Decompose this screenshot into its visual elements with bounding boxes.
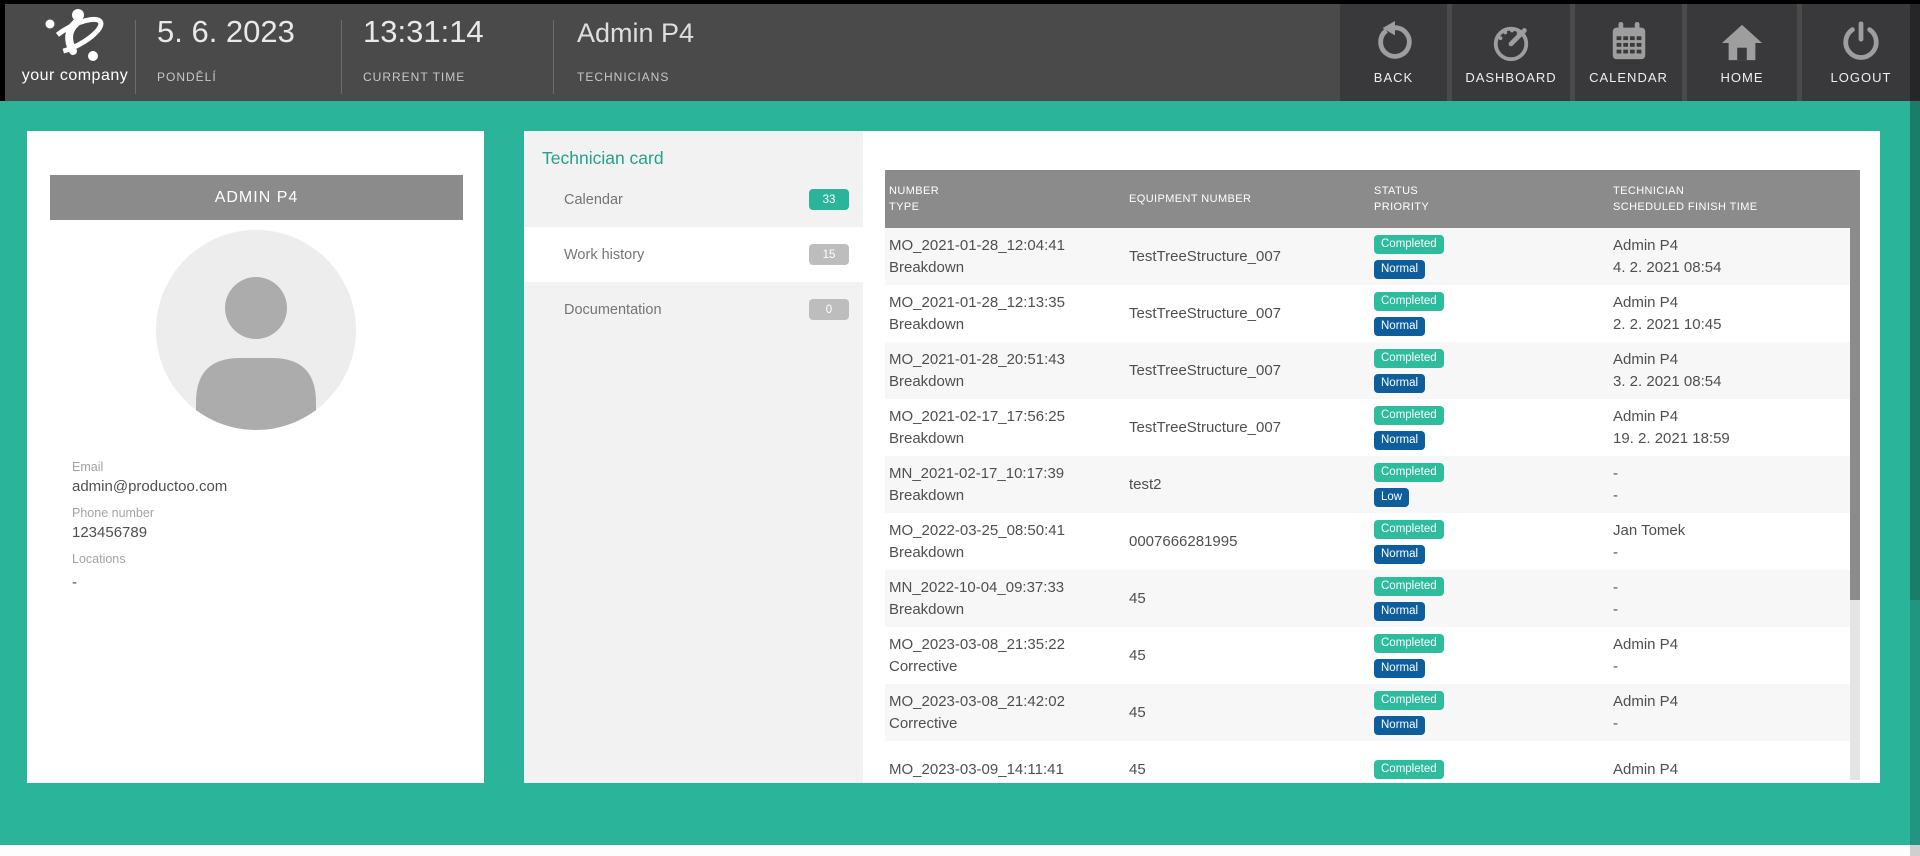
table-scrollbar-thumb[interactable] xyxy=(1850,170,1860,600)
technician-card-menu: Calendar 33 Work history 15 Documentatio… xyxy=(524,172,863,337)
technician-profile-card: ADMIN P4 Email admin@productoo.com Phone… xyxy=(27,131,484,783)
header-nav: BACK DASHBOARD xyxy=(1340,4,1920,101)
app: your company 5. 6. 2023 PONDĚLÍ 13:31:14… xyxy=(0,0,1920,856)
date-block: 5. 6. 2023 PONDĚLÍ xyxy=(157,4,337,101)
priority-badge: Normal xyxy=(1374,716,1425,735)
locations-label: Locations xyxy=(72,552,227,566)
priority-badge: Low xyxy=(1374,488,1409,507)
page-title-block: Admin P4 TECHNICIANS xyxy=(577,4,877,101)
count-badge: 0 xyxy=(809,299,849,320)
priority-badge: Normal xyxy=(1374,659,1425,678)
dashboard-button[interactable]: DASHBOARD xyxy=(1452,4,1570,101)
back-button[interactable]: BACK xyxy=(1340,4,1447,101)
work-history-row[interactable]: MO_2023-03-08_21:35:22 Corrective 45 Com… xyxy=(885,627,1860,684)
back-icon xyxy=(1373,21,1415,63)
contact-info: Email admin@productoo.com Phone number 1… xyxy=(72,449,227,591)
page-scrollbar[interactable] xyxy=(1910,0,1920,856)
phone-value: 123456789 xyxy=(72,524,227,541)
page-title: Admin P4 xyxy=(577,18,694,49)
status-badge: Completed xyxy=(1374,349,1444,368)
power-icon xyxy=(1840,21,1882,63)
email-value: admin@productoo.com xyxy=(72,478,227,495)
status-badge: Completed xyxy=(1374,235,1444,254)
phone-label: Phone number xyxy=(72,506,227,520)
priority-badge: Normal xyxy=(1374,602,1425,621)
work-history-row[interactable]: MO_2023-03-09_14:11:41 45 Completed Admi… xyxy=(885,741,1860,780)
priority-badge: Normal xyxy=(1374,374,1425,393)
technician-name-banner: ADMIN P4 xyxy=(50,175,463,220)
status-badge: Completed xyxy=(1374,760,1444,779)
home-icon xyxy=(1721,21,1763,63)
work-history-row[interactable]: MN_2022-10-04_09:37:33 Breakdown 45 Comp… xyxy=(885,570,1860,627)
dashboard-gauge-icon xyxy=(1490,21,1532,63)
logo-text: your company xyxy=(16,67,134,85)
col-number-type: NUMBER TYPE xyxy=(885,183,1125,215)
email-label: Email xyxy=(72,460,227,474)
calendar-button[interactable]: CALENDAR xyxy=(1575,4,1682,101)
table-scrollbar[interactable] xyxy=(1850,170,1860,780)
company-logo[interactable]: your company xyxy=(16,8,134,85)
work-history-row[interactable]: MN_2021-02-17_10:17:39 Breakdown test2 C… xyxy=(885,456,1860,513)
status-badge: Completed xyxy=(1374,406,1444,425)
current-time-label: CURRENT TIME xyxy=(363,70,465,84)
count-badge: 33 xyxy=(809,189,849,210)
col-status-priority: STATUS PRIORITY xyxy=(1370,183,1609,215)
home-button[interactable]: HOME xyxy=(1687,4,1797,101)
calendar-icon xyxy=(1608,21,1650,63)
left-edge xyxy=(0,0,5,101)
menu-item-documentation[interactable]: Documentation 0 xyxy=(524,282,863,337)
table-header: NUMBER TYPE EQUIPMENT NUMBER STATUS PRIO… xyxy=(885,170,1860,228)
avatar xyxy=(156,230,356,430)
status-badge: Completed xyxy=(1374,292,1444,311)
current-time: 13:31:14 xyxy=(363,14,484,50)
locations-value: - xyxy=(72,574,227,591)
top-bar: your company 5. 6. 2023 PONDĚLÍ 13:31:14… xyxy=(0,0,1920,101)
logo-figure-icon xyxy=(39,8,111,66)
count-badge: 15 xyxy=(809,244,849,265)
current-date: 5. 6. 2023 xyxy=(157,14,295,50)
col-technician-finish: TECHNICIAN SCHEDULED FINISH TIME xyxy=(1609,183,1860,215)
time-block: 13:31:14 CURRENT TIME xyxy=(363,4,549,101)
top-edge xyxy=(0,0,1920,4)
status-badge: Completed xyxy=(1374,691,1444,710)
work-history-row[interactable]: MO_2022-03-25_08:50:41 Breakdown 0007666… xyxy=(885,513,1860,570)
priority-badge: Normal xyxy=(1374,545,1425,564)
priority-badge: Normal xyxy=(1374,317,1425,336)
priority-badge: Normal xyxy=(1374,260,1425,279)
header-divider xyxy=(553,20,554,94)
work-history-row[interactable]: MO_2021-01-28_12:13:35 Breakdown TestTre… xyxy=(885,285,1860,342)
col-equipment-number: EQUIPMENT NUMBER xyxy=(1125,191,1370,207)
work-history-row[interactable]: MO_2021-01-28_12:04:41 Breakdown TestTre… xyxy=(885,228,1860,285)
status-badge: Completed xyxy=(1374,520,1444,539)
bottom-strip xyxy=(0,845,1920,856)
technician-card-panel: Technician card Calendar 33 Work history… xyxy=(524,131,863,783)
status-badge: Completed xyxy=(1374,634,1444,653)
weekday-label: PONDĚLÍ xyxy=(157,70,217,84)
priority-badge: Normal xyxy=(1374,431,1425,450)
work-history-card: NUMBER TYPE EQUIPMENT NUMBER STATUS PRIO… xyxy=(863,131,1880,783)
work-history-row[interactable]: MO_2021-02-17_17:56:25 Breakdown TestTre… xyxy=(885,399,1860,456)
work-history-row[interactable]: MO_2021-01-28_20:51:43 Breakdown TestTre… xyxy=(885,342,1860,399)
table-body: MO_2021-01-28_12:04:41 Breakdown TestTre… xyxy=(885,228,1860,780)
status-badge: Completed xyxy=(1374,577,1444,596)
work-history-table: NUMBER TYPE EQUIPMENT NUMBER STATUS PRIO… xyxy=(885,170,1860,780)
page-scrollbar-thumb[interactable] xyxy=(1910,0,1920,600)
logout-button[interactable]: LOGOUT xyxy=(1802,4,1920,101)
header-divider xyxy=(341,20,342,94)
header-divider xyxy=(135,20,136,94)
menu-item-calendar[interactable]: Calendar 33 xyxy=(524,172,863,227)
panel-title: Technician card xyxy=(542,148,664,169)
work-history-row[interactable]: MO_2023-03-08_21:42:02 Corrective 45 Com… xyxy=(885,684,1860,741)
status-badge: Completed xyxy=(1374,463,1444,482)
page-subtitle: TECHNICIANS xyxy=(577,70,669,84)
menu-item-work-history[interactable]: Work history 15 xyxy=(524,227,863,282)
